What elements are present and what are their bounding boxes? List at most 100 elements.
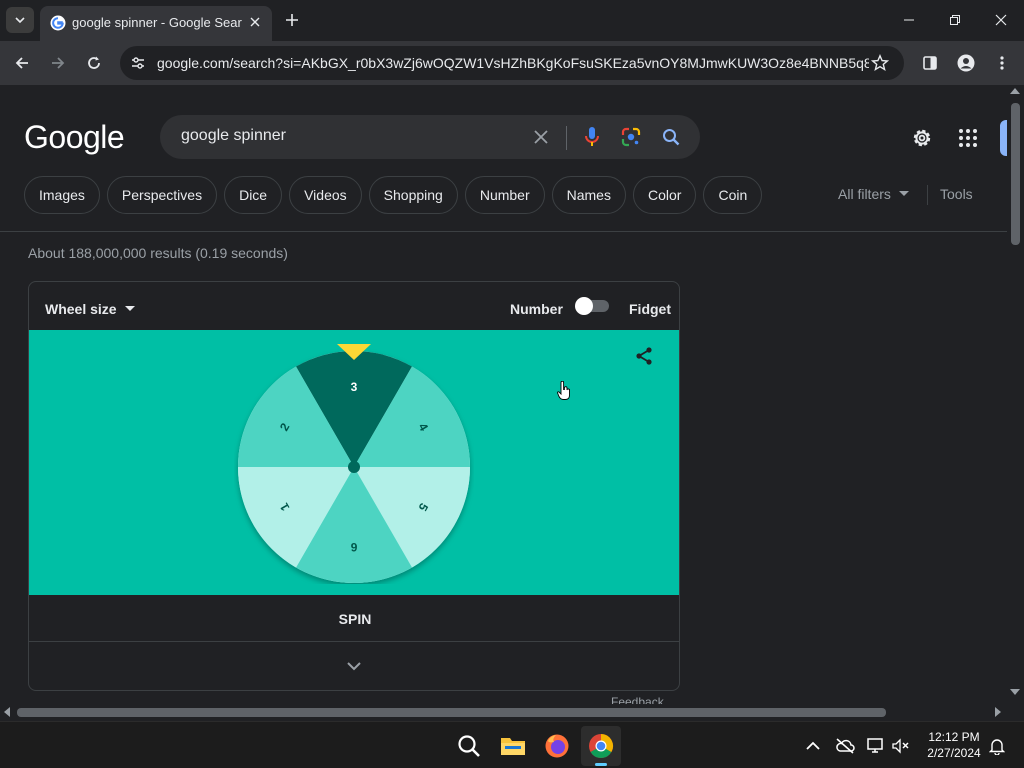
- vertical-scrollbar[interactable]: [1007, 85, 1024, 704]
- chip-dice[interactable]: Dice: [224, 176, 283, 214]
- taskbar-file-explorer[interactable]: [493, 726, 533, 766]
- restore-button[interactable]: [943, 8, 967, 32]
- scroll-down-arrow-icon[interactable]: [1010, 689, 1020, 695]
- search-results-page: Google google spinner Images Perspective…: [0, 85, 1007, 704]
- clear-search-button[interactable]: [530, 126, 552, 148]
- all-filters-button[interactable]: All filters: [838, 186, 909, 202]
- side-panel-button[interactable]: [918, 51, 942, 75]
- spin-button[interactable]: SPIN: [29, 595, 679, 643]
- google-apps-button[interactable]: [955, 125, 981, 151]
- wheel-size-dropdown[interactable]: Wheel size: [45, 301, 135, 317]
- chevron-down-icon: [15, 17, 25, 24]
- taskbar-clock[interactable]: 12:12 PM 2/27/2024: [918, 729, 990, 761]
- caret-down-icon: [124, 306, 135, 311]
- close-window-button[interactable]: [989, 8, 1013, 32]
- address-bar[interactable]: google.com/search?si=AKbGX_r0bX3wZj6wOQZ…: [120, 46, 904, 80]
- account-button[interactable]: [1000, 120, 1007, 156]
- profile-button[interactable]: [954, 51, 978, 75]
- tray-overflow-button[interactable]: [802, 735, 824, 757]
- chevron-down-icon: [347, 661, 361, 670]
- close-icon: [534, 130, 548, 144]
- search-input[interactable]: google spinner: [181, 127, 286, 145]
- minimize-button[interactable]: [897, 8, 921, 32]
- scroll-up-arrow-icon[interactable]: [1010, 88, 1020, 94]
- reload-icon: [88, 56, 100, 69]
- google-logo[interactable]: Google: [24, 119, 125, 156]
- browser-menu-button[interactable]: [990, 51, 1014, 75]
- arrow-left-icon: [15, 57, 28, 69]
- wheel-hub: [348, 461, 360, 473]
- spinner-card: Wheel size Number Fidget 3 4 5 6 1 2 SPI…: [28, 281, 680, 691]
- horizontal-scroll-thumb[interactable]: [17, 708, 886, 717]
- search-chips: Images Perspectives Dice Videos Shopping…: [24, 176, 763, 214]
- spinner-wheel[interactable]: 345612: [234, 342, 474, 584]
- taskbar-search[interactable]: [449, 726, 489, 766]
- result-stats: About 188,000,000 results (0.19 seconds): [28, 245, 288, 261]
- bell-icon: [989, 739, 1005, 755]
- chip-videos[interactable]: Videos: [289, 176, 362, 214]
- all-filters-label: All filters: [838, 186, 891, 202]
- scroll-right-arrow-icon[interactable]: [995, 707, 1001, 717]
- network-tray[interactable]: [866, 735, 888, 757]
- chip-color[interactable]: Color: [632, 176, 697, 214]
- scroll-corner: [1007, 704, 1024, 721]
- chip-names[interactable]: Names: [551, 176, 626, 214]
- network-icon: [867, 738, 883, 753]
- restore-icon: [950, 15, 960, 25]
- url-text[interactable]: google.com/search?si=AKbGX_r0bX3wZj6wOQZ…: [157, 55, 869, 71]
- image-search-button[interactable]: [619, 125, 643, 149]
- gear-icon: [913, 129, 931, 147]
- tab-title: google spinner - Google Search: [72, 15, 242, 30]
- tab-strip: google spinner - Google Search: [0, 0, 1024, 41]
- voice-search-button[interactable]: [580, 125, 604, 149]
- scroll-left-arrow-icon[interactable]: [4, 707, 10, 717]
- taskbar-chrome[interactable]: [581, 726, 621, 766]
- search-button[interactable]: [659, 125, 683, 149]
- tools-button[interactable]: Tools: [940, 186, 973, 202]
- chip-perspectives[interactable]: Perspectives: [106, 176, 218, 214]
- taskbar: 12:12 PM 2/27/2024: [0, 721, 1024, 768]
- search-box[interactable]: google spinner: [160, 115, 700, 159]
- settings-button[interactable]: [909, 125, 935, 151]
- search-box-divider: [566, 126, 567, 150]
- site-info-button[interactable]: [128, 53, 148, 73]
- back-button[interactable]: [10, 51, 34, 75]
- share-icon: [636, 347, 652, 365]
- chip-shopping[interactable]: Shopping: [368, 176, 458, 214]
- mode-number-label[interactable]: Number: [510, 301, 563, 317]
- wheel-size-label: Wheel size: [45, 301, 117, 317]
- mode-fidget-label[interactable]: Fidget: [629, 301, 671, 317]
- mode-toggle[interactable]: [575, 297, 611, 315]
- forward-button[interactable]: [46, 51, 70, 75]
- tab-search-button[interactable]: [6, 7, 34, 33]
- more-vert-icon: [1000, 56, 1004, 70]
- header-divider: [0, 231, 1007, 232]
- caret-down-icon: [898, 191, 909, 196]
- tab-close-button[interactable]: [246, 13, 264, 31]
- taskbar-firefox[interactable]: [537, 726, 577, 766]
- volume-muted-icon: [892, 738, 909, 754]
- chip-coin[interactable]: Coin: [703, 176, 763, 214]
- active-tab[interactable]: google spinner - Google Search: [40, 6, 272, 41]
- active-app-indicator: [595, 763, 607, 766]
- filters-divider: [927, 185, 928, 205]
- clock-date: 2/27/2024: [927, 746, 981, 760]
- horizontal-scrollbar[interactable]: [0, 704, 1007, 721]
- chip-number[interactable]: Number: [464, 176, 545, 214]
- cloud-off-icon: [836, 738, 855, 754]
- feedback-link[interactable]: Feedback: [611, 695, 664, 704]
- notifications-button[interactable]: [986, 735, 1008, 757]
- search-icon: [663, 129, 680, 146]
- chip-images[interactable]: Images: [24, 176, 100, 214]
- new-tab-button[interactable]: [282, 10, 302, 30]
- onedrive-tray[interactable]: [834, 735, 856, 757]
- tune-icon: [132, 57, 144, 69]
- share-button[interactable]: [632, 344, 656, 368]
- wheel-area: 345612: [29, 330, 679, 595]
- expand-button[interactable]: [342, 654, 366, 678]
- bookmark-button[interactable]: [870, 53, 890, 73]
- volume-tray[interactable]: [890, 735, 912, 757]
- reload-button[interactable]: [82, 51, 106, 75]
- vertical-scroll-thumb[interactable]: [1011, 103, 1020, 245]
- arrow-right-icon: [52, 57, 65, 69]
